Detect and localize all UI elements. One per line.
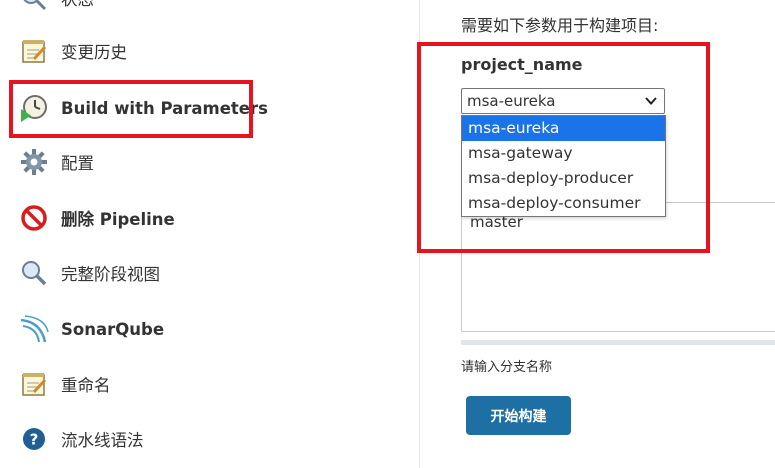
magnifier-icon (18, 257, 50, 289)
notepad-icon (18, 35, 50, 67)
parameters-form: 需要如下参数用于构建项目: project_name msa-eureka ma… (421, 0, 775, 468)
sidebar-item-label: SonarQube (61, 319, 165, 339)
highlight-box-sidebar (9, 80, 253, 138)
sidebar-item-full-stage-view[interactable]: 完整阶段视图 (18, 253, 398, 293)
dropdown-option[interactable]: msa-gateway (462, 141, 665, 166)
branch-input[interactable]: master (461, 202, 775, 332)
project-name-select[interactable]: msa-eureka (461, 88, 665, 114)
sidebar-item-changes[interactable]: 变更历史 (18, 31, 398, 71)
sidebar-item-label: 变更历史 (61, 43, 127, 62)
start-build-button[interactable]: 开始构建 (466, 396, 571, 435)
dropdown-option[interactable]: msa-eureka (462, 116, 665, 141)
sidebar-item-status[interactable]: 状态 (18, 0, 398, 18)
no-entry-icon (18, 202, 50, 234)
notepad-icon (18, 368, 50, 400)
svg-text:?: ? (30, 431, 39, 449)
sidebar: 状态 变更历史 (0, 0, 420, 468)
project-name-dropdown: msa-eureka msa-gateway msa-deploy-produc… (461, 115, 666, 217)
dropdown-option[interactable]: msa-deploy-consumer (462, 191, 665, 216)
chevron-down-icon (644, 94, 658, 112)
sidebar-item-sonarqube[interactable]: SonarQube (18, 309, 398, 349)
sidebar-item-configure[interactable]: 配置 (18, 142, 398, 182)
select-value: msa-eureka (467, 92, 556, 110)
sidebar-item-label: 删除 Pipeline (61, 210, 175, 229)
dropdown-option[interactable]: msa-deploy-producer (462, 166, 665, 191)
sidebar-item-delete-pipeline[interactable]: 删除 Pipeline (18, 198, 398, 238)
parameter-name-label: project_name (461, 55, 583, 74)
form-intro: 需要如下参数用于构建项目: (461, 16, 659, 35)
sidebar-item-label: 流水线语法 (61, 431, 144, 450)
gear-icon (18, 146, 50, 178)
textarea-resize-bar[interactable] (461, 340, 775, 345)
jenkins-build-with-parameters-page: 状态 变更历史 (0, 0, 775, 468)
status-icon (18, 0, 50, 14)
sidebar-item-label: 配置 (61, 154, 94, 173)
sidebar-item-label: 重命名 (61, 376, 111, 395)
sidebar-item-label: 完整阶段视图 (61, 265, 160, 284)
sidebar-item-rename[interactable]: 重命名 (18, 364, 398, 404)
help-icon: ? (18, 423, 50, 455)
sonarqube-icon (18, 313, 50, 345)
branch-hint: 请输入分支名称 (461, 360, 553, 375)
sidebar-item-pipeline-syntax[interactable]: ? 流水线语法 (18, 419, 398, 459)
sidebar-item-label: 状态 (61, 0, 94, 10)
